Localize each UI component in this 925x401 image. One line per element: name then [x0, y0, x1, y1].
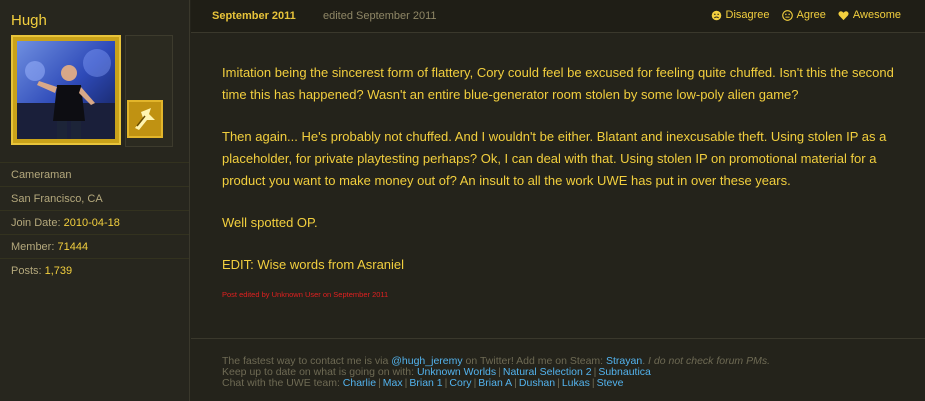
post-body: Imitation being the sincerest form of fl…: [222, 62, 902, 300]
post-paragraph: Well spotted OP.: [222, 215, 318, 230]
author-title: Cameraman: [0, 162, 189, 186]
reaction-bar: Disagree Agree Awesome: [711, 9, 901, 21]
avatar-image: [17, 41, 115, 139]
post-paragraph: Then again... He's probably not chuffed.…: [222, 129, 887, 188]
join-date-value: 2010-04-18: [63, 217, 120, 229]
author-join-date: Join Date: 2010-04-18: [0, 210, 189, 234]
pm-note: I do not check forum PMs.: [648, 355, 771, 367]
neutral-face-icon: [781, 9, 793, 21]
chat-link-dushan[interactable]: Dushan: [519, 377, 555, 389]
chat-link-cory[interactable]: Cory: [449, 377, 471, 389]
signature-divider: [191, 338, 925, 339]
post-header: September 2011 edited September 2011 Dis…: [191, 0, 925, 33]
chat-link-steve[interactable]: Steve: [597, 377, 624, 389]
edit-note: Post edited by Unknown User on September…: [222, 290, 389, 299]
author-member-number: Member: 71444: [0, 234, 189, 258]
disagree-button[interactable]: Disagree: [711, 9, 770, 21]
disagree-label: Disagree: [725, 9, 770, 21]
chat-link-brian-a[interactable]: Brian A: [478, 377, 512, 389]
chat-link-max[interactable]: Max: [383, 377, 403, 389]
author-post-count: Posts: 1,739: [0, 258, 189, 282]
post-date[interactable]: September 2011: [212, 10, 296, 22]
avatar[interactable]: [11, 35, 121, 145]
post-edited-date: edited September 2011: [323, 10, 437, 22]
chat-link-lukas[interactable]: Lukas: [562, 377, 590, 389]
awesome-button[interactable]: Awesome: [838, 9, 901, 21]
author-location: San Francisco, CA: [0, 186, 189, 210]
frown-face-icon: [711, 10, 721, 20]
post-paragraph: Imitation being the sincerest form of fl…: [222, 65, 894, 102]
chat-link-brian-1[interactable]: Brian 1: [409, 377, 442, 389]
member-number-value: 71444: [57, 241, 89, 253]
signature-line-chat: Chat with the UWE team: Charlie | Max | Bria…: [222, 377, 624, 389]
post-count-value: 1,739: [44, 265, 73, 277]
author-panel: Hugh Cameraman San Francisco, CA Join Da…: [0, 0, 190, 401]
post-paragraph: EDIT: Wise words from Asraniel: [222, 257, 405, 272]
awesome-label: Awesome: [852, 9, 901, 21]
chat-link-charlie[interactable]: Charlie: [343, 377, 376, 389]
heart-icon: [838, 10, 849, 20]
agree-button[interactable]: Agree: [781, 9, 826, 21]
agree-label: Agree: [796, 9, 826, 21]
author-name[interactable]: Hugh: [11, 12, 47, 29]
signature: The fastest way to contact me is via @hu…: [222, 356, 912, 389]
rank-badge-icon: [127, 100, 163, 138]
